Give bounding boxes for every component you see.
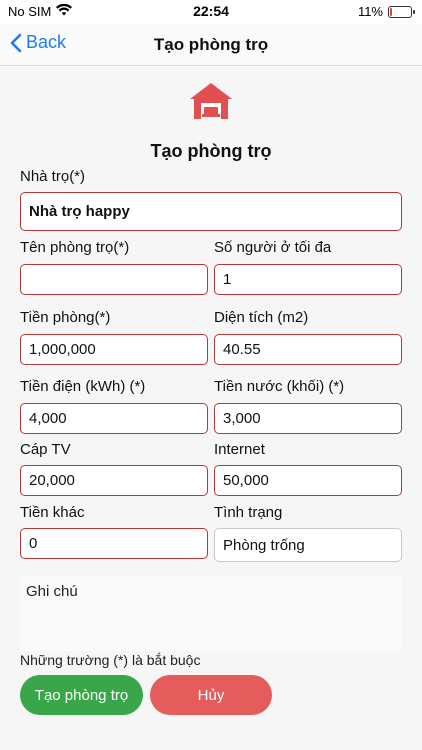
cable-tv-label: Cáp TV xyxy=(20,441,71,458)
room-price-input[interactable]: 1,000,000 xyxy=(20,334,208,365)
battery-percent: 11% xyxy=(357,4,383,19)
internet-input[interactable]: 50,000 xyxy=(214,465,402,496)
internet-label: Internet xyxy=(214,441,265,458)
room-price-label: Tiền phòng(*) xyxy=(20,309,111,326)
electricity-input[interactable]: 4,000 xyxy=(20,403,208,434)
battery-icon xyxy=(388,5,415,18)
max-people-input[interactable]: 1 xyxy=(214,264,402,295)
room-name-input[interactable] xyxy=(20,264,208,295)
note-textarea[interactable]: Ghi chú xyxy=(20,575,402,651)
status-right: 11% xyxy=(357,4,415,19)
room-status-select[interactable]: Phòng trống xyxy=(214,528,402,562)
form-title: Tạo phòng trọ xyxy=(150,141,272,161)
area-label: Diện tích (m2) xyxy=(214,309,309,326)
status-label: Tình trạng xyxy=(214,504,283,521)
create-room-button[interactable]: Tạo phòng trọ xyxy=(20,675,143,715)
nav-title: Tạo phòng trọ xyxy=(153,35,269,54)
other-fee-input[interactable]: 0 xyxy=(20,528,208,559)
house-icon xyxy=(188,81,234,126)
form-container: Tạo phòng trọ Nhà trọ(*) Nhà trọ happy T… xyxy=(0,67,422,750)
water-input[interactable]: 3,000 xyxy=(214,403,402,434)
cancel-button[interactable]: Hủy xyxy=(150,675,272,715)
max-people-label: Số người ở tối đa xyxy=(214,239,332,256)
required-note: Những trường (*) là bắt buộc xyxy=(20,652,201,668)
room-name-label: Tên phòng trọ(*) xyxy=(20,239,130,256)
status-bar: No SIM 22:54 11% xyxy=(0,0,422,24)
water-label: Tiền nước (khối) (*) xyxy=(214,378,345,395)
electricity-label: Tiền điện (kWh) (*) xyxy=(20,378,146,395)
area-input[interactable]: 40.55 xyxy=(214,334,402,365)
hostel-label: Nhà trọ(*) xyxy=(20,168,86,185)
nav-bar: Back Tạo phòng trọ xyxy=(0,24,422,66)
hostel-field[interactable]: Nhà trọ happy xyxy=(20,192,402,231)
other-fee-label: Tiền khác xyxy=(20,504,85,521)
battery-fill xyxy=(390,7,392,16)
cable-tv-input[interactable]: 20,000 xyxy=(20,465,208,496)
